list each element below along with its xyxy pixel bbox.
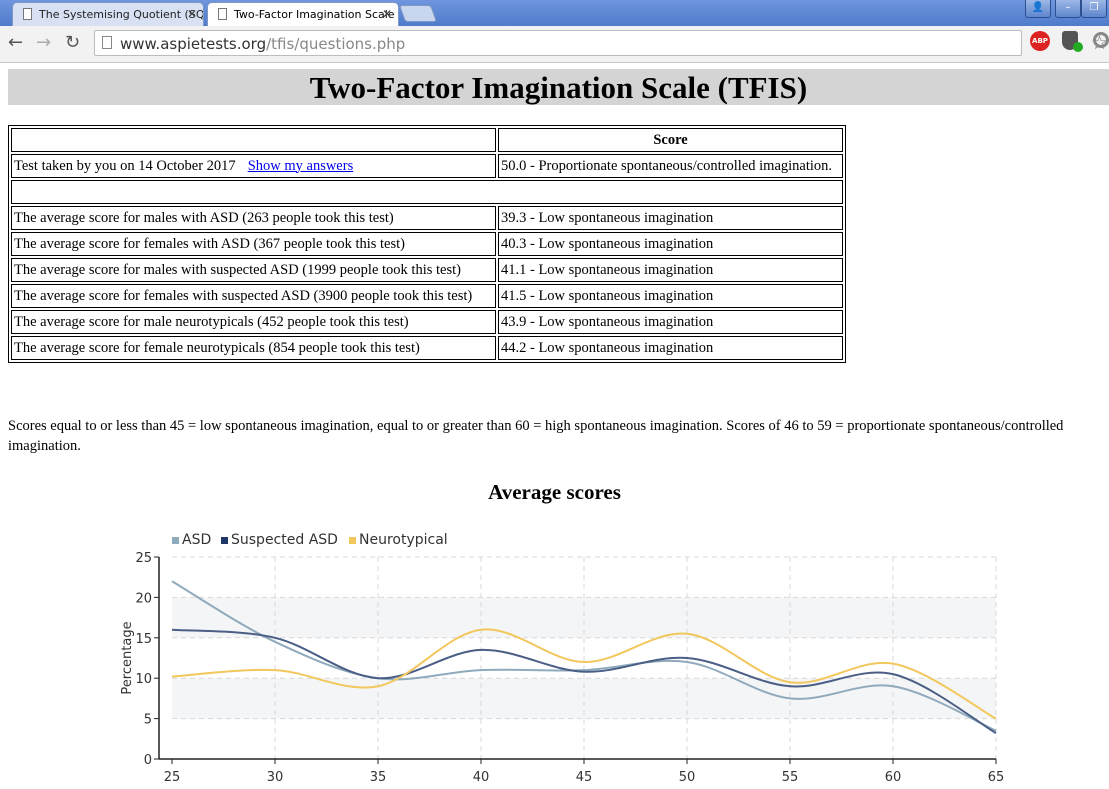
x-tick-label: 35 [370, 770, 387, 785]
table-row: The average score for female neurotypica… [11, 336, 843, 360]
extension-icon[interactable] [1093, 32, 1109, 48]
row-score: 39.3 - Low spontaneous imagination [498, 206, 843, 230]
user-result-row: Test taken by you on 14 October 2017 Show… [11, 154, 843, 178]
forward-icon[interactable]: → [36, 32, 51, 53]
user-icon[interactable]: 👤 [1025, 0, 1051, 18]
row-score: 41.5 - Low spontaneous imagination [498, 284, 843, 308]
x-tick-label: 25 [164, 770, 181, 785]
minimize-button[interactable]: – [1055, 0, 1081, 18]
row-label: The average score for males with ASD (26… [11, 206, 496, 230]
close-tab-icon[interactable]: ✕ [187, 7, 197, 21]
page-icon [102, 36, 112, 49]
url-path: /tfis/questions.php [266, 35, 406, 53]
security-shield-icon[interactable] [1062, 31, 1083, 52]
table-cell [11, 128, 496, 152]
table-row: The average score for females with ASD (… [11, 232, 843, 256]
score-legend-note: Scores equal to or less than 45 = low sp… [8, 418, 1064, 454]
row-label: The average score for females with ASD (… [11, 232, 496, 256]
x-tick-label: 60 [885, 770, 902, 785]
table-cell: Test taken by you on 14 October 2017 Show… [11, 154, 496, 178]
close-tab-icon[interactable]: ✕ [382, 7, 392, 21]
user-result-label: Test taken by you on 14 October 2017 [14, 157, 236, 174]
average-scores-chart: 0 5 10 15 20 25 25 30 35 40 45 50 55 60 65 Percentage AS… [120, 532, 1005, 785]
tab-title: The Systemising Quotient (SQ [39, 8, 204, 21]
legend-label: Suspected ASD [231, 532, 338, 548]
page-icon [218, 8, 227, 20]
y-tick-label: 15 [135, 632, 152, 647]
x-tick-label: 50 [679, 770, 696, 785]
maximize-button[interactable]: ❐ [1081, 0, 1107, 18]
table-row: The average score for male neurotypicals… [11, 310, 843, 334]
adblock-icon[interactable]: ABP [1030, 31, 1050, 51]
legend-marker [221, 537, 228, 544]
y-axis-label: Percentage [120, 621, 135, 694]
tab-systemising-quotient[interactable]: The Systemising Quotient (SQ ✕ [12, 2, 204, 26]
chart-title: Average scores [488, 480, 621, 504]
table-row: The average score for males with ASD (26… [11, 206, 843, 230]
user-score: 50.0 - Proportionate spontaneous/control… [498, 154, 843, 178]
tab-tfis[interactable]: Two-Factor Imagination Scale ✕ [207, 2, 399, 26]
page-icon [23, 8, 32, 20]
page-title: Two-Factor Imagination Scale (TFIS) [8, 69, 1109, 105]
back-icon[interactable]: ← [8, 32, 23, 53]
row-label: The average score for female neurotypica… [11, 336, 496, 360]
results-table: Score Test taken by you on 14 October 20… [8, 125, 846, 363]
y-tick-label: 20 [135, 591, 152, 606]
table-header-row: Score [11, 128, 843, 152]
y-tick-label: 5 [144, 713, 152, 728]
browser-toolbar: ← → ↻ www.aspietests.org/tfis/questions.… [0, 26, 1109, 63]
x-tick-label: 55 [782, 770, 799, 785]
legend-marker [349, 537, 356, 544]
tab-title: Two-Factor Imagination Scale [234, 8, 395, 21]
tab-strip: The Systemising Quotient (SQ ✕ Two-Facto… [0, 0, 1109, 26]
table-cell [11, 180, 843, 204]
legend-marker [172, 537, 179, 544]
url-domain: www.aspietests.org [120, 35, 267, 53]
row-score: 41.1 - Low spontaneous imagination [498, 258, 843, 282]
y-tick-label: 0 [144, 753, 152, 768]
x-tick-label: 45 [576, 770, 593, 785]
show-my-answers-link[interactable]: Show my answers [248, 158, 354, 174]
x-tick-label: 40 [473, 770, 490, 785]
row-label: The average score for males with suspect… [11, 258, 496, 282]
legend-label: Neurotypical [359, 532, 448, 548]
table-row: The average score for females with suspe… [11, 284, 843, 308]
score-header: Score [498, 128, 843, 152]
row-score: 44.2 - Low spontaneous imagination [498, 336, 843, 360]
x-tick-label: 65 [988, 770, 1005, 785]
x-tick-label: 30 [267, 770, 284, 785]
row-label: The average score for male neurotypicals… [11, 310, 496, 334]
y-tick-label: 25 [135, 551, 152, 566]
reload-icon[interactable]: ↻ [65, 32, 80, 53]
row-label: The average score for females with suspe… [11, 284, 496, 308]
address-bar[interactable]: www.aspietests.org/tfis/questions.php ☆ [94, 30, 1108, 56]
check-badge-icon [1073, 42, 1083, 52]
spacer-row [11, 180, 843, 204]
row-score: 40.3 - Low spontaneous imagination [498, 232, 843, 256]
new-tab-button[interactable] [398, 5, 438, 22]
y-tick-label: 10 [135, 672, 152, 687]
table-row: The average score for males with suspect… [11, 258, 843, 282]
row-score: 43.9 - Low spontaneous imagination [498, 310, 843, 334]
legend-label: ASD [182, 532, 211, 548]
